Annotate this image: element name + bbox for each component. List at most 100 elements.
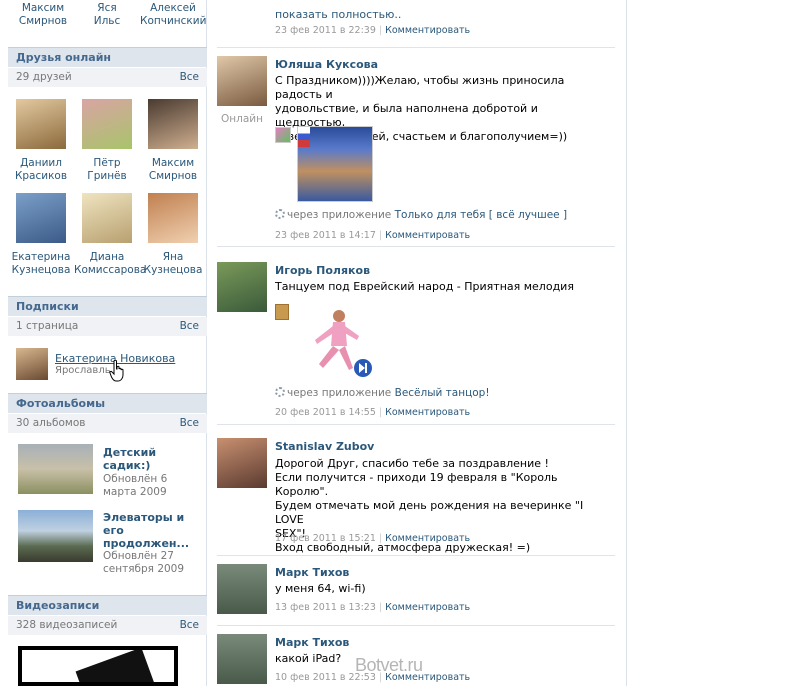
post-meta: 17 фев 2011 в 15:21 | Комментировать	[275, 533, 471, 544]
comment-link[interactable]: Комментировать	[385, 602, 470, 613]
friend-avatar[interactable]	[148, 193, 198, 243]
friend-first-name: Максим	[151, 157, 195, 169]
author-name[interactable]: Stanislav Zubov	[275, 440, 374, 453]
app-icon[interactable]	[275, 304, 289, 320]
via-label: через приложение	[287, 387, 392, 399]
post-meta: 23 фев 2011 в 14:17 | Комментировать	[275, 230, 471, 241]
album-title-line: продолжен...	[103, 537, 190, 550]
author-avatar[interactable]	[217, 262, 267, 312]
wall-post: Онлайн Юляша Куксова С Праздником))))Жел…	[217, 56, 615, 247]
author-avatar[interactable]	[217, 634, 267, 684]
friends-online-header[interactable]: Друзья онлайн	[8, 47, 207, 67]
post-text: у меня 64, wi-fi)	[275, 582, 605, 596]
friend-first-name: Алексей	[150, 2, 196, 14]
author-avatar[interactable]	[217, 56, 267, 106]
album-updated-line: Обновлён 6	[103, 473, 168, 485]
albums-header[interactable]: Фотоальбомы	[8, 393, 207, 413]
author-name[interactable]: Марк Тихов	[275, 636, 349, 649]
watermark: Botvet.ru	[355, 655, 423, 675]
wall-post: Марк Тихов у меня 64, wi-fi) 13 фев 2011…	[217, 564, 615, 626]
friend-avatar[interactable]	[82, 99, 132, 149]
friend-link[interactable]: Пётр Гринёв	[74, 157, 140, 183]
albums-count-bar: 30 альбомов Все	[8, 414, 207, 433]
friend-link[interactable]: Екатерина Кузнецова	[8, 251, 74, 277]
post-text: Танцуем под Еврейский народ - Приятная м…	[275, 280, 605, 294]
post-text-line: Танцуем под Еврейский народ - Приятная м…	[275, 280, 574, 293]
friend-first-name: Максим	[21, 2, 65, 14]
friend-link[interactable]: Диана Комиссарова	[74, 251, 146, 277]
friend-last-name: Гринёв	[87, 170, 127, 182]
left-column: Максим Смирнов Яся Ильс Алексей Копчинск…	[8, 0, 207, 686]
album-title-line: Элеваторы и	[103, 511, 185, 524]
albums-count: 30 альбомов	[16, 417, 86, 429]
wall-feed: показать полностью.. 23 фев 2011 в 22:39…	[207, 0, 627, 686]
friend-avatar[interactable]	[148, 99, 198, 149]
friend-link[interactable]: Максим Смирнов	[10, 2, 76, 28]
subscription-city: Ярославль	[55, 365, 111, 376]
friends-online-count-bar: 29 друзей Все	[8, 68, 207, 87]
author-name[interactable]: Марк Тихов	[275, 566, 349, 579]
friend-link[interactable]: Максим Смирнов	[140, 157, 206, 183]
album-title-line: его	[103, 524, 124, 537]
author-avatar[interactable]	[217, 438, 267, 488]
via-app: через приложение Весёлый танцор!	[275, 387, 490, 399]
post-date[interactable]: 23 фев 2011 в 22:39	[275, 25, 376, 36]
post-date[interactable]: 20 фев 2011 в 14:55	[275, 407, 376, 418]
friend-link[interactable]: Яна Кузнецова	[140, 251, 206, 277]
app-link[interactable]: Весёлый танцор!	[395, 387, 490, 399]
videos-header[interactable]: Видеозаписи	[8, 595, 207, 615]
friend-link[interactable]: Яся Ильс	[74, 2, 140, 28]
section-title: Друзья онлайн	[16, 51, 112, 64]
album-title-link[interactable]: Элеваторы и его продолжен...	[103, 511, 189, 550]
album-thumbnail[interactable]	[18, 510, 93, 562]
friend-last-name: Смирнов	[18, 15, 68, 27]
post-text: какой iPad?	[275, 652, 605, 666]
friend-last-name: Кузнецова	[11, 264, 71, 276]
album-title-line: Детский	[103, 446, 157, 459]
subscriptions-header[interactable]: Подписки	[8, 296, 207, 316]
friend-avatar[interactable]	[82, 193, 132, 243]
hand-cursor-icon	[109, 360, 124, 382]
subscriptions-count-bar: 1 страница Все	[8, 317, 207, 336]
friend-first-name: Екатерина	[11, 251, 71, 263]
gear-icon	[275, 387, 285, 397]
comment-link[interactable]: Комментировать	[385, 533, 470, 544]
post-date[interactable]: 13 фев 2011 в 13:23	[275, 602, 376, 613]
comment-link[interactable]: Комментировать	[385, 230, 470, 241]
author-name[interactable]: Юляша Куксова	[275, 58, 378, 71]
author-avatar[interactable]	[217, 564, 267, 614]
friend-first-name: Яся	[97, 2, 117, 14]
postcard-image[interactable]	[297, 126, 373, 202]
app-link[interactable]: Только для тебя [ всё лучшее ]	[395, 209, 567, 221]
friend-first-name: Яна	[162, 251, 184, 263]
post-text-line: какой iPad?	[275, 652, 342, 665]
post-meta: 13 фев 2011 в 13:23 | Комментировать	[275, 602, 471, 613]
friend-link[interactable]: Алексей Копчинский	[140, 2, 206, 28]
friend-last-name: Ильс	[93, 15, 121, 27]
gear-icon	[275, 209, 285, 219]
post-meta: 23 фев 2011 в 22:39 | Комментировать	[275, 25, 471, 36]
subscription-avatar[interactable]	[16, 348, 48, 380]
post-meta: 20 фев 2011 в 14:55 | Комментировать	[275, 407, 471, 418]
post-date[interactable]: 23 фев 2011 в 14:17	[275, 230, 376, 241]
friend-link[interactable]: Даниил Красиков	[8, 157, 74, 183]
album-title-link[interactable]: Детский садик:)	[103, 446, 156, 472]
dancer-image[interactable]	[301, 306, 373, 380]
friend-avatar[interactable]	[16, 99, 66, 149]
all-albums-link[interactable]: Все	[180, 417, 199, 429]
all-videos-link[interactable]: Все	[180, 619, 199, 631]
post-text-line: у меня 64, wi-fi)	[275, 582, 366, 595]
video-thumbnail[interactable]	[18, 646, 178, 686]
all-subscriptions-link[interactable]: Все	[180, 320, 199, 332]
album-thumbnail[interactable]	[18, 444, 93, 494]
comment-link[interactable]: Комментировать	[385, 25, 470, 36]
friend-first-name: Даниил	[20, 157, 62, 169]
all-friends-link[interactable]: Все	[180, 71, 199, 83]
author-name[interactable]: Игорь Поляков	[275, 264, 370, 277]
app-icon[interactable]	[275, 127, 291, 143]
section-title: Видеозаписи	[16, 599, 100, 612]
comment-link[interactable]: Комментировать	[385, 407, 470, 418]
friend-last-name: Копчинский	[140, 15, 207, 27]
post-date[interactable]: 17 фев 2011 в 15:21	[275, 533, 376, 544]
friend-avatar[interactable]	[16, 193, 66, 243]
